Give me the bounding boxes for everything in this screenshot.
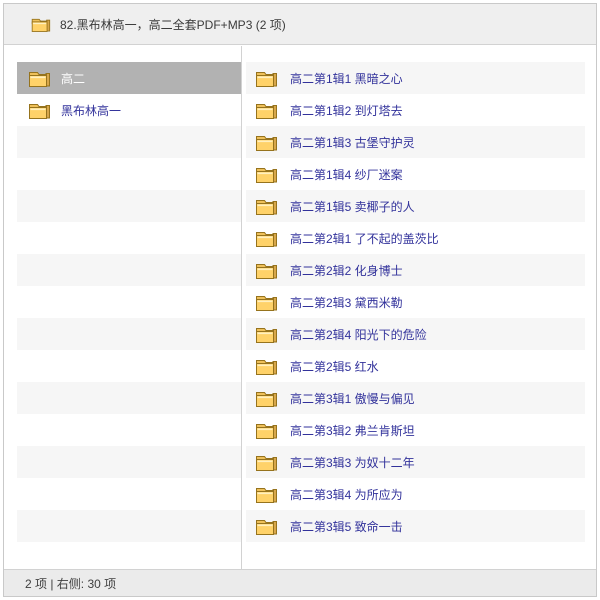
folder-icon bbox=[27, 68, 51, 89]
folder-icon bbox=[254, 164, 278, 185]
folder-item-label: 高二 bbox=[61, 70, 85, 87]
folder-icon bbox=[254, 452, 278, 473]
status-bar: 2 项 | 右侧: 30 项 bbox=[4, 569, 596, 596]
file-manager-window: 82.黑布林高一，高二全套PDF+MP3 (2 项) 高二 黑布林高一 bbox=[3, 3, 597, 597]
folder-item-label: 高二第1辑2 到灯塔去 bbox=[290, 102, 403, 119]
folder-item[interactable]: 高二第2辑2 化身博士 bbox=[246, 254, 585, 286]
folder-item[interactable]: 高二第2辑5 红水 bbox=[246, 350, 585, 382]
right-pane: 高二第1辑1 黑暗之心 高二第1辑2 到灯塔去 高二第1辑3 古堡守护灵 高二第… bbox=[246, 62, 585, 542]
folder-item[interactable]: 高二第1辑2 到灯塔去 bbox=[246, 94, 585, 126]
folder-item-label: 高二第3辑1 傲慢与偏见 bbox=[290, 390, 415, 407]
empty-row bbox=[17, 318, 241, 350]
folder-item[interactable]: 高二第3辑3 为奴十二年 bbox=[246, 446, 585, 478]
empty-row bbox=[17, 350, 241, 382]
folder-icon bbox=[254, 100, 278, 121]
folder-item[interactable]: 高二第2辑1 了不起的盖茨比 bbox=[246, 222, 585, 254]
folder-item-label: 高二第2辑3 黛西米勒 bbox=[290, 294, 403, 311]
empty-row bbox=[17, 478, 241, 510]
folder-item-label: 高二第1辑1 黑暗之心 bbox=[290, 70, 403, 87]
folder-item-label: 高二第1辑3 古堡守护灵 bbox=[290, 134, 415, 151]
folder-item[interactable]: 高二第1辑1 黑暗之心 bbox=[246, 62, 585, 94]
header-bar: 82.黑布林高一，高二全套PDF+MP3 (2 项) bbox=[4, 4, 596, 45]
folder-item[interactable]: 高二第3辑1 傲慢与偏见 bbox=[246, 382, 585, 414]
folder-item-label: 黑布林高一 bbox=[61, 102, 121, 119]
content-area: 高二 黑布林高一 高二第1辑1 黑暗之心 bbox=[4, 46, 596, 569]
sidebar-folder-item[interactable]: 黑布林高一 bbox=[17, 94, 241, 126]
folder-item-label: 高二第2辑5 红水 bbox=[290, 358, 379, 375]
empty-row bbox=[17, 446, 241, 478]
folder-item[interactable]: 高二第3辑4 为所应为 bbox=[246, 478, 585, 510]
folder-item[interactable]: 高二第3辑2 弗兰肯斯坦 bbox=[246, 414, 585, 446]
folder-item[interactable]: 高二第2辑4 阳光下的危险 bbox=[246, 318, 585, 350]
folder-item-label: 高二第1辑4 纱厂迷案 bbox=[290, 166, 403, 183]
folder-icon bbox=[254, 196, 278, 217]
folder-item-label: 高二第2辑1 了不起的盖茨比 bbox=[290, 230, 439, 247]
folder-icon bbox=[254, 420, 278, 441]
sidebar-folder-item[interactable]: 高二 bbox=[17, 62, 241, 94]
folder-icon bbox=[254, 388, 278, 409]
empty-row bbox=[17, 254, 241, 286]
folder-item-label: 高二第2辑4 阳光下的危险 bbox=[290, 326, 427, 343]
empty-row bbox=[17, 286, 241, 318]
folder-item-label: 高二第3辑5 致命一击 bbox=[290, 518, 403, 535]
folder-icon bbox=[254, 260, 278, 281]
folder-icon bbox=[30, 15, 51, 34]
empty-row bbox=[17, 222, 241, 254]
empty-row bbox=[17, 190, 241, 222]
folder-icon bbox=[27, 100, 51, 121]
empty-row bbox=[17, 414, 241, 446]
current-folder-title: 82.黑布林高一，高二全套PDF+MP3 (2 项) bbox=[60, 16, 286, 33]
empty-row bbox=[17, 158, 241, 190]
folder-item[interactable]: 高二第3辑5 致命一击 bbox=[246, 510, 585, 542]
folder-icon bbox=[254, 324, 278, 345]
status-text: 2 项 | 右侧: 30 项 bbox=[25, 575, 116, 592]
left-pane: 高二 黑布林高一 bbox=[17, 62, 241, 542]
folder-icon bbox=[254, 228, 278, 249]
folder-icon bbox=[254, 68, 278, 89]
folder-item[interactable]: 高二第1辑4 纱厂迷案 bbox=[246, 158, 585, 190]
folder-icon bbox=[254, 516, 278, 537]
empty-row bbox=[17, 126, 241, 158]
folder-icon bbox=[254, 292, 278, 313]
folder-icon bbox=[254, 356, 278, 377]
empty-row bbox=[17, 510, 241, 542]
folder-item-label: 高二第3辑3 为奴十二年 bbox=[290, 454, 415, 471]
folder-item-label: 高二第1辑5 卖椰子的人 bbox=[290, 198, 415, 215]
folder-item[interactable]: 高二第1辑3 古堡守护灵 bbox=[246, 126, 585, 158]
pane-divider bbox=[241, 46, 242, 569]
folder-item[interactable]: 高二第2辑3 黛西米勒 bbox=[246, 286, 585, 318]
empty-row bbox=[17, 382, 241, 414]
folder-icon bbox=[254, 484, 278, 505]
folder-item-label: 高二第3辑4 为所应为 bbox=[290, 486, 403, 503]
folder-icon bbox=[254, 132, 278, 153]
folder-item-label: 高二第3辑2 弗兰肯斯坦 bbox=[290, 422, 415, 439]
folder-item-label: 高二第2辑2 化身博士 bbox=[290, 262, 403, 279]
folder-item[interactable]: 高二第1辑5 卖椰子的人 bbox=[246, 190, 585, 222]
